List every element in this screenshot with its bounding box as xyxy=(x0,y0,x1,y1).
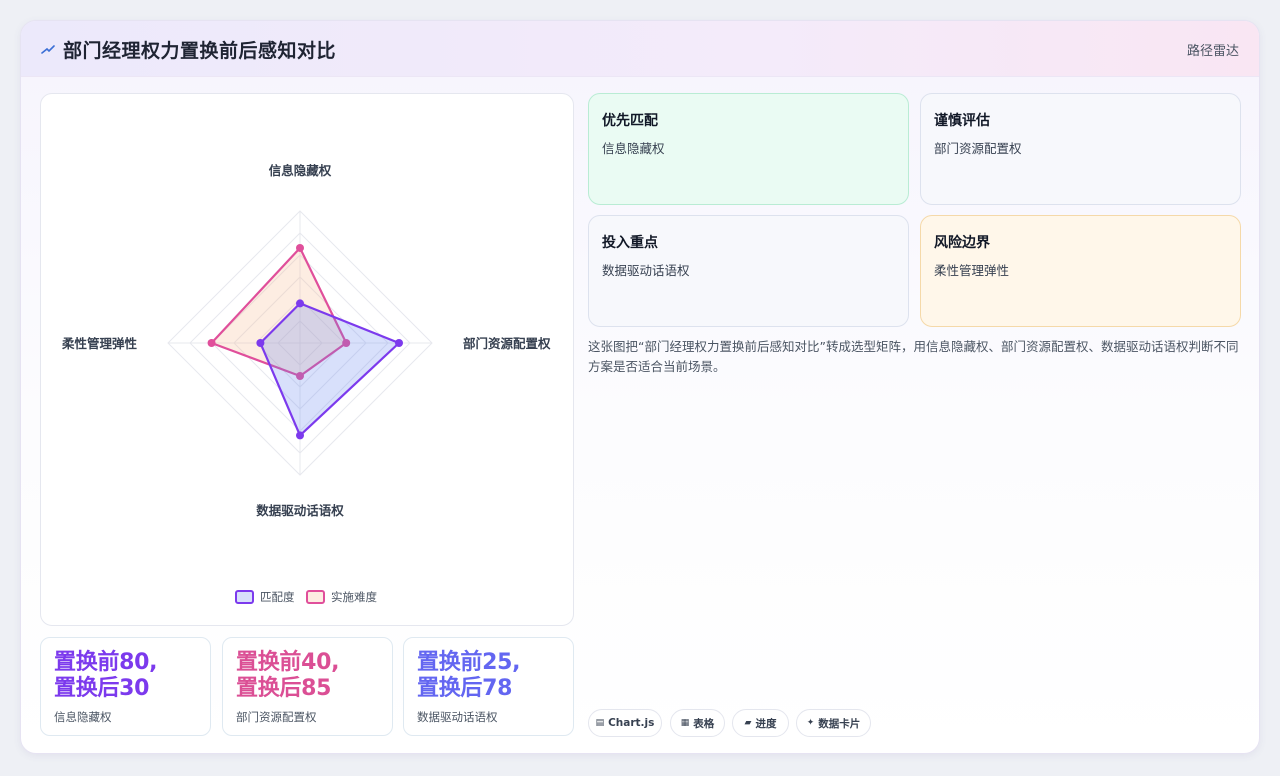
stat-value: 置换前80, 置换后30 xyxy=(54,650,158,701)
stat-label: 数据驱动话语权 xyxy=(417,710,498,724)
legend-swatch xyxy=(306,590,325,604)
progress-icon: ▰ xyxy=(744,718,752,728)
stat-value: 置换前40, 置换后85 xyxy=(236,650,340,701)
rec-card-caution: 谨慎评估 部门资源配置权 xyxy=(920,93,1241,205)
radar-chart: 信息隐藏权部门资源配置权数据驱动话语权 柔性管理弹性匹配度 实施难度 xyxy=(61,163,551,604)
data-point xyxy=(296,431,304,440)
stat-label: 信息隐藏权 xyxy=(54,710,112,724)
stat-value: 置换前25, 置换后78 xyxy=(417,650,521,701)
page-title: 部门经理权力置换前后感知对比 xyxy=(63,40,337,62)
data-point xyxy=(207,339,216,347)
header-bar: 部门经理权力置换前后感知对比 路径雷达 xyxy=(21,21,1259,77)
report-page: 部门经理权力置换前后感知对比 路径雷达 信息隐藏权 部门资源配置权 数据驱动话语权柔… xyxy=(20,20,1260,754)
chip-label: 数据卡片 xyxy=(818,717,861,730)
legend-label: 匹配度 xyxy=(260,590,295,604)
rec-title: 谨慎评估 xyxy=(934,113,990,129)
rec-title: 风险边界 xyxy=(934,235,990,251)
rec-value: 信息隐藏权 xyxy=(602,141,665,156)
rec-title: 优先匹配 xyxy=(602,113,658,129)
chip-label: 表格 xyxy=(693,717,715,730)
rec-value: 柔性管理弹性 xyxy=(934,263,1010,278)
stat-label: 部门资源配置权 xyxy=(236,710,317,724)
radar-chart-card: 信息隐藏权部门资源配置权数据驱动话语权 柔性管理弹性匹配度 实施难度 xyxy=(40,93,574,626)
rec-card-focus: 投入重点 数据驱动话语权 xyxy=(588,215,909,327)
series-area xyxy=(259,302,401,437)
chart-icon: ▤ xyxy=(595,718,605,728)
stat-card-3: 置换前25, 置换后78 数据驱动话语权 xyxy=(403,637,574,736)
chip-progress[interactable]: ▰ 进度 xyxy=(732,709,789,737)
rec-value: 数据驱动话语权 xyxy=(602,263,690,278)
axis-label: 信息隐藏权 xyxy=(269,163,332,178)
chart-description: 这张图把“部门经理权力置换前后感知对比”转成选型矩阵，用信息隐藏权、部门资源配置… xyxy=(588,339,1239,374)
axis-label: 数据驱动话语权 xyxy=(255,503,344,518)
data-point xyxy=(296,243,304,252)
rec-title: 投入重点 xyxy=(602,235,658,251)
table-icon: ▦ xyxy=(680,718,690,728)
chip-data-card[interactable]: ✦ 数据卡片 xyxy=(796,709,871,737)
rec-card-priority: 优先匹配 信息隐藏权 xyxy=(588,93,909,205)
data-point xyxy=(256,339,265,347)
rec-value: 部门资源配置权 xyxy=(934,141,1022,156)
chip-table[interactable]: ▦ 表格 xyxy=(670,709,725,737)
sparkle-icon: ✦ xyxy=(806,718,815,728)
chip-label: 进度 xyxy=(755,717,777,730)
data-point xyxy=(395,339,403,347)
data-point xyxy=(296,299,304,308)
axis-label: 部门资源配置权 xyxy=(463,336,551,351)
stat-card-2: 置换前40, 置换后85 部门资源配置权 xyxy=(222,637,393,736)
legend-swatch xyxy=(235,590,254,604)
radar-path-link[interactable]: 路径雷达 xyxy=(1187,40,1239,59)
stat-card-1: 置换前80, 置换后30 信息隐藏权 xyxy=(40,637,211,736)
legend-label: 实施难度 xyxy=(331,590,377,604)
chip-label: Chart.js xyxy=(608,717,655,729)
trend-icon xyxy=(41,45,55,54)
chip-chartjs[interactable]: ▤ Chart.js xyxy=(588,709,662,737)
axis-label: 柔性管理弹性 xyxy=(61,336,138,351)
rec-card-risk: 风险边界 柔性管理弹性 xyxy=(920,215,1241,327)
